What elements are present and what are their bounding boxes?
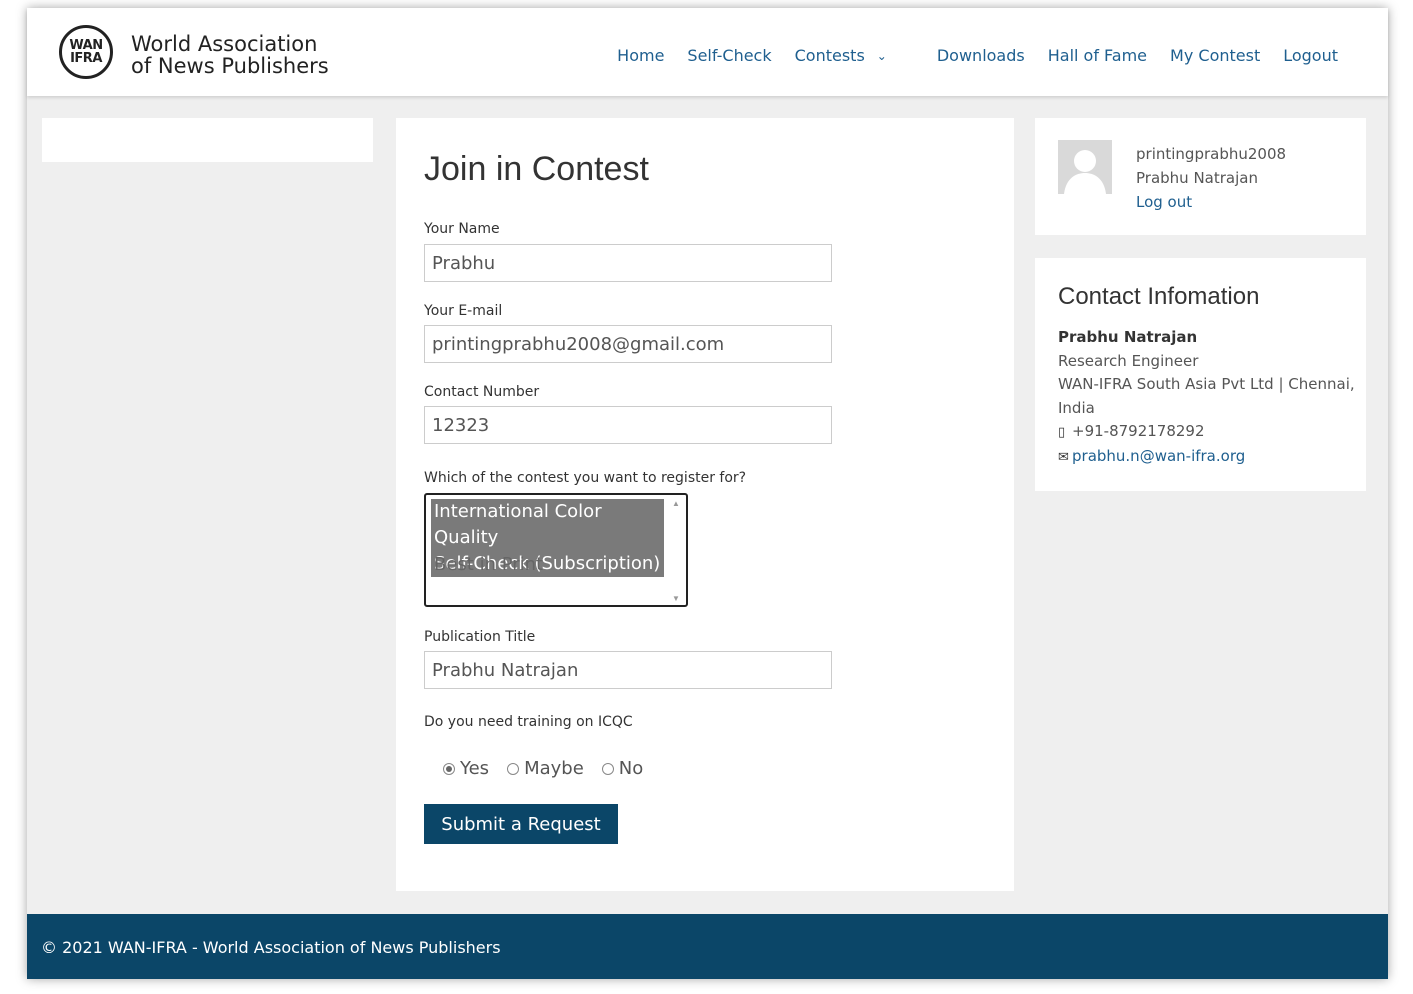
footer-copyright: © 2021 WAN-IFRA - World Association of N… (41, 938, 501, 957)
name-label: Your Name (424, 221, 500, 237)
envelope-icon: ✉ (1058, 449, 1069, 465)
left-sidebar-box (42, 118, 373, 162)
brand-name-line2: of News Publishers (131, 54, 329, 78)
training-option-maybe[interactable]: Maybe (507, 758, 584, 779)
user-full-name: Prabhu Natrajan (1136, 169, 1258, 187)
training-option-yes[interactable]: Yes (443, 758, 489, 779)
contact-email-link[interactable]: prabhu.n@wan-ifra.org (1072, 447, 1245, 465)
contest-option-icqc-line1: International Color Quality (434, 501, 602, 548)
contact-phone: +91-8792178292 (1072, 422, 1205, 440)
contact-company: WAN-IFRA South Asia Pvt Ltd | Chennai, I… (1058, 375, 1355, 417)
contest-listbox[interactable]: International Color Quality Self-Check (… (424, 493, 688, 607)
nav-home[interactable]: Home (617, 46, 664, 65)
publication-title-label: Publication Title (424, 629, 536, 645)
contact-role: Research Engineer (1058, 351, 1199, 370)
scroll-up-icon[interactable]: ▲ (672, 499, 680, 508)
username: printingprabhu2008 (1136, 145, 1287, 163)
wan-ifra-logo-icon[interactable]: WAN IFRA (59, 25, 113, 79)
nav-contests-label: Contests (794, 46, 865, 65)
nav-downloads[interactable]: Downloads (937, 46, 1025, 65)
contact-phone-row: ▯ +91-8792178292 (1058, 420, 1358, 445)
logo-mark-line2: IFRA (70, 51, 102, 66)
mobile-phone-icon: ▯ (1058, 425, 1066, 440)
site-header: WAN IFRA World Association of News Publi… (27, 8, 1388, 96)
contact-title: Contact Infomation (1058, 283, 1260, 310)
brand-name[interactable]: World Association of News Publishers (131, 33, 329, 77)
name-input[interactable] (424, 244, 832, 282)
training-option-no[interactable]: No (601, 758, 644, 779)
email-input[interactable] (424, 325, 832, 363)
publication-title-input[interactable] (424, 651, 832, 689)
training-option-yes-label: Yes (460, 758, 490, 779)
contact-name: Prabhu Natrajan (1058, 328, 1198, 346)
radio-no[interactable] (601, 762, 614, 775)
page-frame: WAN IFRA World Association of News Publi… (27, 8, 1388, 979)
training-radio-group: Yes Maybe No (443, 758, 661, 779)
nav-my-contest[interactable]: My Contest (1170, 46, 1260, 65)
submit-request-button[interactable]: Submit a Request (424, 804, 618, 844)
contact-email-row: ✉ prabhu.n@wan-ifra.org (1058, 445, 1358, 470)
radio-maybe[interactable] (507, 762, 520, 775)
listbox-scrollbar[interactable]: ▲ ▼ (671, 499, 683, 603)
training-option-maybe-label: Maybe (524, 758, 584, 779)
join-contest-card: Join in Contest Your Name Your E-mail Co… (396, 118, 1014, 891)
user-silhouette-icon (1058, 140, 1112, 194)
page-title: Join in Contest (424, 150, 649, 188)
nav-contests[interactable]: Contests ⌄ (795, 46, 887, 65)
main-nav: Home Self-Check Contests ⌄ Downloads Hal… (594, 46, 1338, 65)
scroll-down-icon[interactable]: ▼ (672, 594, 680, 603)
contact-number-label: Contact Number (424, 384, 540, 400)
contest-select-label: Which of the contest you want to registe… (424, 470, 747, 486)
contest-option-best-in-print[interactable]: Best in Print (431, 552, 664, 578)
contact-card: Contact Infomation Prabhu Natrajan Resea… (1035, 258, 1366, 491)
nav-self-check[interactable]: Self-Check (687, 46, 771, 65)
nav-logout[interactable]: Logout (1283, 46, 1338, 65)
site-footer: © 2021 WAN-IFRA - World Association of N… (27, 914, 1388, 979)
radio-yes[interactable] (443, 762, 455, 775)
avatar (1058, 140, 1112, 194)
training-option-no-label: No (618, 758, 644, 779)
email-label: Your E-mail (424, 303, 503, 319)
log-out-link[interactable]: Log out (1136, 193, 1192, 211)
chevron-down-icon: ⌄ (876, 48, 887, 63)
user-info: printingprabhu2008 Prabhu Natrajan Log o… (1136, 142, 1286, 214)
contact-details: Prabhu Natrajan Research Engineer WAN-IF… (1058, 326, 1358, 469)
user-card: printingprabhu2008 Prabhu Natrajan Log o… (1035, 118, 1366, 235)
brand-name-line1: World Association (131, 32, 318, 56)
contact-number-input[interactable] (424, 406, 832, 444)
nav-hall-of-fame[interactable]: Hall of Fame (1048, 46, 1147, 65)
training-label: Do you need training on ICQC (424, 714, 633, 730)
